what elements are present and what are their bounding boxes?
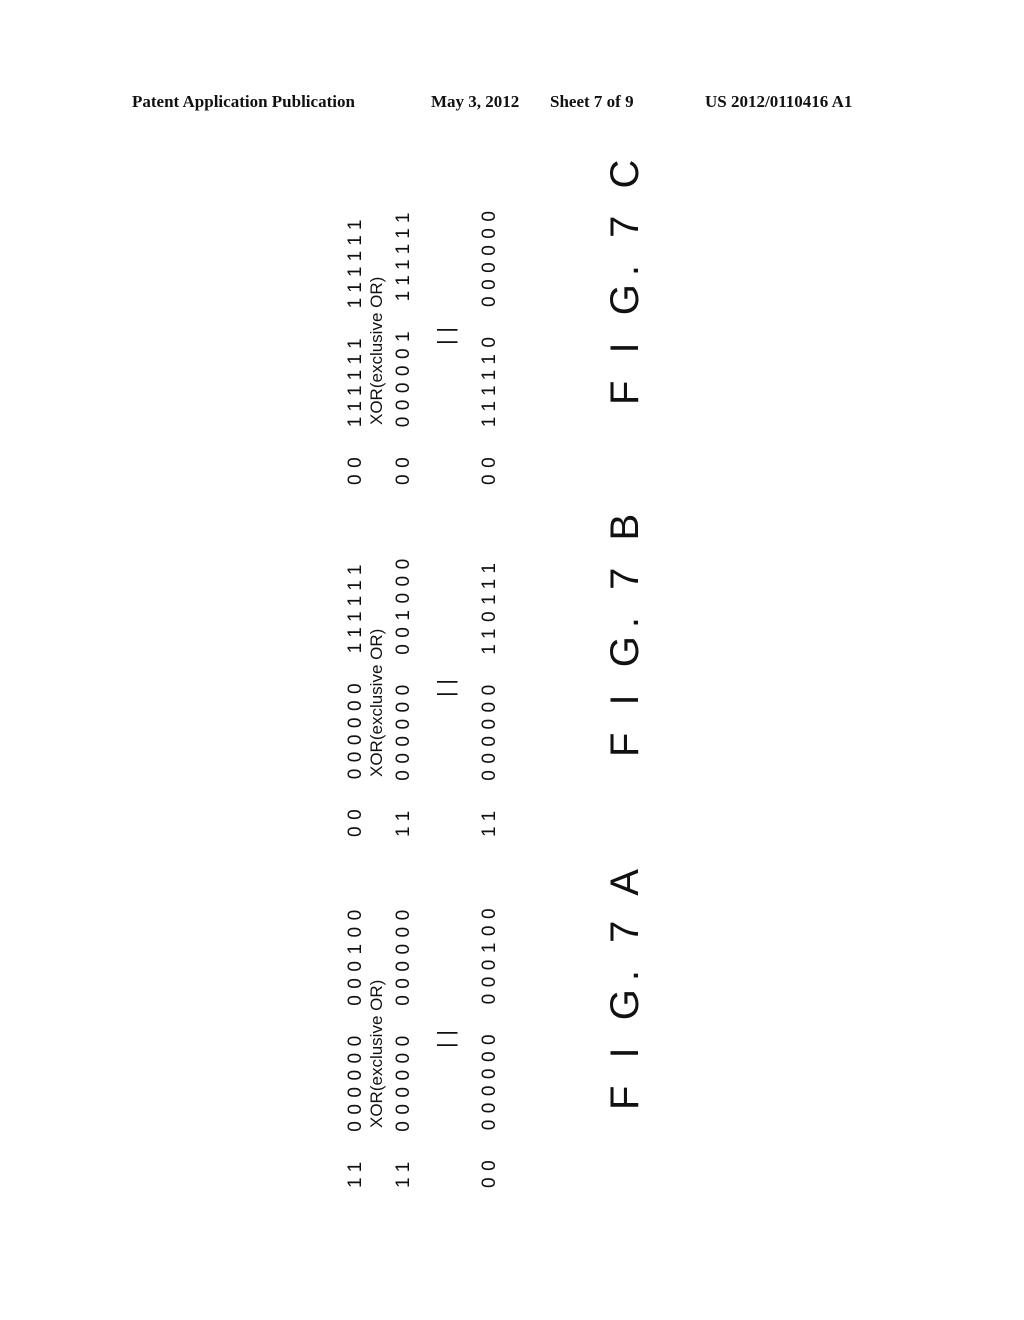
operand-b: 11 000000 000000 bbox=[393, 903, 414, 1188]
publication-type: Patent Application Publication bbox=[132, 92, 355, 111]
result: 00 111110 000000 bbox=[479, 204, 500, 485]
result: 00 000000 000100 bbox=[479, 901, 500, 1188]
operand-a: 00 111111 111111 bbox=[345, 213, 366, 485]
equals-sign: || bbox=[433, 320, 458, 345]
operand-b: 11 000000 001000 bbox=[393, 552, 414, 837]
equals-sign: || bbox=[433, 672, 458, 697]
figure-label-7a: F I G. 7 A bbox=[603, 861, 647, 1110]
equals-sign: || bbox=[433, 1023, 458, 1048]
operand-a: 00 000000 111111 bbox=[345, 557, 366, 837]
result: 11 000000 110111 bbox=[479, 556, 500, 837]
sheet-number: Sheet 7 of 9 bbox=[550, 92, 634, 111]
xor-operator: XOR(exclusive OR) bbox=[367, 628, 386, 777]
operand-b: 00 000001 111111 bbox=[393, 205, 414, 485]
figure-label-7c: F I G. 7 C bbox=[603, 151, 647, 405]
xor-operator: XOR(exclusive OR) bbox=[367, 276, 386, 425]
xor-operator: XOR(exclusive OR) bbox=[367, 979, 386, 1128]
operand-a: 11 000000 000100 bbox=[345, 903, 366, 1188]
publication-date: May 3, 2012 bbox=[431, 92, 520, 111]
page-header: Patent Application Publication May 3, 20… bbox=[0, 88, 1024, 118]
patent-number: US 2012/0110416 A1 bbox=[705, 92, 853, 111]
figure-label-7b: F I G. 7 B bbox=[603, 505, 647, 757]
